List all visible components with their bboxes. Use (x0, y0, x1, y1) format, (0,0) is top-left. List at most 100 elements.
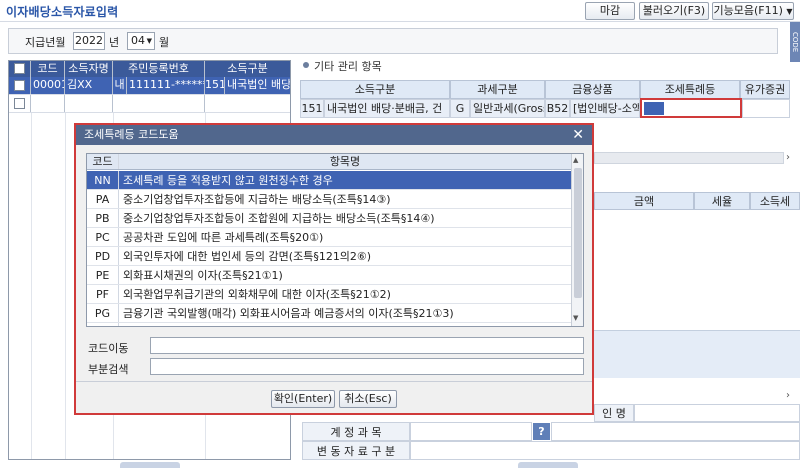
select-all-checkbox[interactable] (14, 63, 25, 74)
pay-month-label: 지급년월 (25, 36, 66, 49)
list-item[interactable]: PD 외국인투자에 대한 법인세 등의 감면(조특§121의2⑥) (87, 247, 571, 266)
code-list-header: 코드 항목명 (87, 154, 571, 170)
bullet-icon (303, 62, 309, 68)
item-name: 금융기관 국외발행(매각) 외화표시어음과 예금증서의 이자(조특§21①3) (123, 307, 454, 320)
list-item[interactable]: PE 외화표시채권의 이자(조특§21①1) (87, 266, 571, 285)
tax-name-cell: 일반과세(Gross (470, 99, 545, 118)
item-name: 외국환업무취급기관의 외화채무에 대한 이자(조특§21①2) (123, 288, 391, 301)
item-code: PE (87, 266, 119, 284)
list-item[interactable]: NN 조세특례 등을 적용받지 않고 원천징수한 경우 (87, 171, 571, 190)
divider (76, 381, 592, 382)
close-icon[interactable]: ✕ (572, 125, 584, 145)
tax-special-code-dialog: 조세특례등 코드도움 ✕ 코드 항목명 NN 조세특례 등을 적용받지 않고 원천… (74, 123, 594, 415)
splitter-handle[interactable] (518, 462, 578, 468)
col-rrn: 주민등록번호 (113, 61, 205, 77)
col-income-type: 소득구분 (227, 62, 268, 75)
load-button[interactable]: 불러오기(F3) (639, 2, 709, 20)
item-name: 사회기반시설채권 이자(조특§29) (123, 323, 276, 326)
item-name: 조세특례 등을 적용받지 않고 원천징수한 경우 (123, 174, 333, 187)
section-title: 기타 관리 항목 (314, 60, 382, 73)
col-name: 소득자명 (65, 61, 113, 77)
row-income-code: 151 (205, 77, 225, 94)
functions-button[interactable]: 기능모음(F11) ▼ (712, 2, 794, 20)
change-type-label: 변 동 자 료 구 분 (302, 441, 410, 460)
chevron-right-icon[interactable]: › (786, 390, 790, 401)
partial-search-input[interactable] (150, 358, 584, 375)
tax-special-cell[interactable] (640, 98, 742, 118)
scroll-thumb[interactable] (574, 168, 582, 298)
row-checkbox[interactable] (14, 80, 25, 91)
code-move-input[interactable] (150, 337, 584, 354)
list-item[interactable]: PA 중소기업창업투자조합등에 지급하는 배당소득(조특§14③) (87, 190, 571, 209)
month-value: 04 (131, 34, 145, 47)
splitter-handle[interactable] (120, 462, 180, 468)
horizontal-scrollbar[interactable] (594, 152, 784, 164)
earner-grid-header: 코드 소득자명 주민등록번호 소득구분 (9, 61, 290, 77)
select-all-cell (9, 61, 31, 77)
filter-bar: 지급년월 2022 년 04 ▼ 월 (8, 28, 778, 54)
help-icon[interactable]: ? (533, 423, 550, 440)
close-period-button[interactable]: 마감 (585, 2, 635, 20)
product-code-cell: B52 (545, 99, 570, 118)
income-name-cell: 내국법인 배당·분배금, 건 (324, 99, 450, 118)
securities-cell[interactable] (742, 99, 790, 118)
chevron-up-icon[interactable]: ▲ (573, 156, 578, 164)
col-amount: 금액 (594, 192, 694, 210)
year-unit: 년 (109, 36, 120, 49)
chevron-right-icon[interactable]: › (786, 152, 790, 163)
col-tax-special: 조세특례등 (640, 80, 740, 99)
list-item[interactable]: PC 공공차관 도입에 따른 과세특례(조특§20①) (87, 228, 571, 247)
ok-button[interactable]: 확인(Enter) (271, 390, 335, 408)
vertical-scrollbar[interactable]: ▲ ▼ (571, 154, 583, 326)
account-name-display (551, 422, 800, 441)
item-name: 외국인투자에 대한 법인세 등의 감면(조특§121의2⑥) (123, 250, 372, 263)
totals-area (594, 330, 800, 378)
item-code: PF (87, 285, 119, 303)
item-code: PD (87, 247, 119, 265)
list-item[interactable]: PH 사회기반시설채권 이자(조특§29) (87, 323, 571, 326)
item-code: PC (87, 228, 119, 246)
tax-code-cell: G (450, 99, 470, 118)
row-nationality: 내 (113, 77, 127, 94)
tax-special-code-input[interactable] (644, 102, 664, 115)
dialog-title: 조세특례등 코드도움 (84, 128, 179, 141)
chevron-down-icon: ▼ (786, 7, 793, 16)
month-unit: 월 (159, 36, 170, 49)
col-tax-type: 과세구분 (450, 80, 545, 99)
name-input[interactable] (634, 404, 800, 422)
change-type-input[interactable] (410, 441, 800, 460)
item-name: 중소기업창업투자조합등이 조합원에 지급하는 배당소득(조특§14④) (123, 212, 435, 225)
col-income-type: 소득구분 (300, 80, 450, 99)
code-list: 코드 항목명 NN 조세특례 등을 적용받지 않고 원천징수한 경우 PA 중소기업창… (86, 153, 584, 327)
col-item-name: 항목명 (329, 155, 361, 168)
row-code (31, 95, 65, 112)
table-row[interactable] (9, 95, 290, 113)
item-code: PA (87, 190, 119, 208)
col-code: 코드 (31, 61, 65, 77)
item-name: 중소기업창업투자조합등에 지급하는 배당소득(조특§14③) (123, 193, 391, 206)
functions-label: 기능모음(F11) (713, 4, 783, 17)
col-code: 코드 (87, 154, 119, 169)
row-checkbox[interactable] (14, 98, 25, 109)
row-rrn (113, 95, 205, 112)
row-check-cell (9, 77, 31, 94)
row-rrn: 111111-******* (127, 77, 205, 94)
chevron-down-icon[interactable]: ▼ (573, 314, 578, 322)
item-name: 외화표시채권의 이자(조특§21①1) (123, 269, 283, 282)
account-input[interactable] (410, 422, 532, 441)
chevron-down-icon: ▼ (146, 37, 152, 45)
year-input[interactable]: 2022 (73, 32, 105, 50)
list-item[interactable]: PF 외국환업무취급기관의 외화채무에 대한 이자(조특§21①2) (87, 285, 571, 304)
window-title: 이자배당소득자료입력 (6, 5, 119, 19)
grid-line (31, 113, 32, 459)
list-item[interactable]: PB 중소기업창업투자조합등이 조합원에 지급하는 배당소득(조특§14④) (87, 209, 571, 228)
cancel-button[interactable]: 취소(Esc) (339, 390, 397, 408)
grid-line (65, 113, 66, 459)
code-help-tab[interactable]: CODE (790, 22, 800, 62)
table-row[interactable]: 00001 김XX 내 111111-******* 151 내국법인 배당 (9, 77, 290, 95)
list-item[interactable]: PG 금융기관 국외발행(매각) 외화표시어음과 예금증서의 이자(조특§21①3… (87, 304, 571, 323)
account-label: 계 정 과 목 (302, 422, 410, 441)
partial-search-label: 부분검색 (88, 363, 129, 376)
month-select[interactable]: 04 ▼ (127, 32, 155, 50)
dialog-title-bar: 조세특례등 코드도움 (76, 125, 592, 145)
